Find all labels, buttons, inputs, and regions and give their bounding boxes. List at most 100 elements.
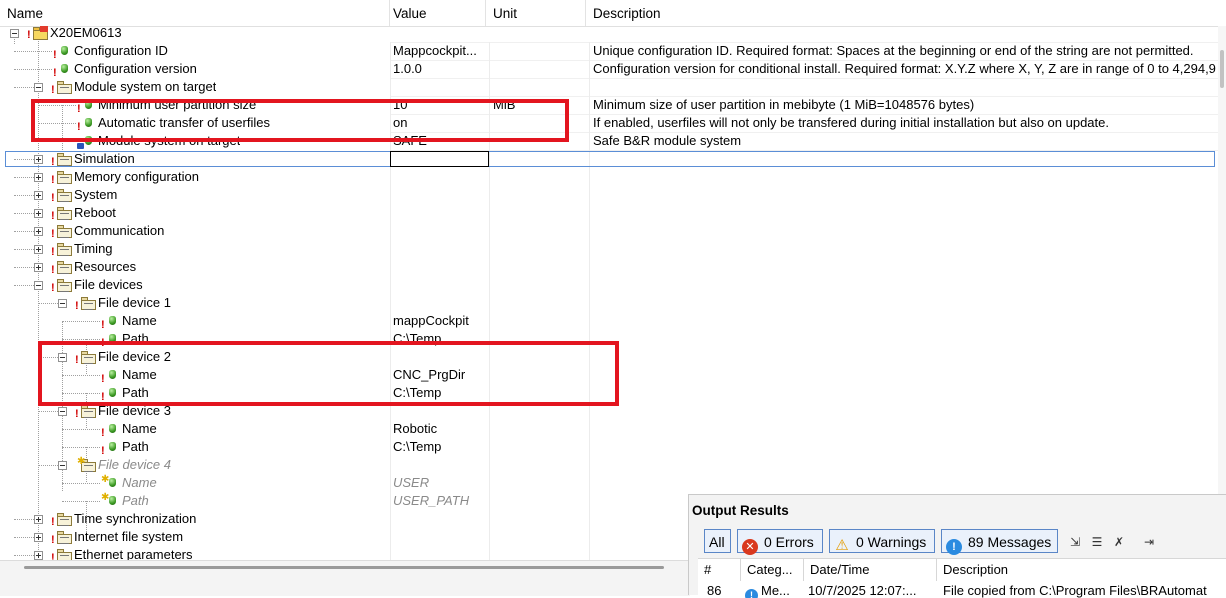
expand-toggle-icon[interactable]: [58, 299, 67, 308]
property-value[interactable]: [393, 510, 488, 528]
property-unit: [493, 168, 583, 186]
property-description: Configuration version for conditional in…: [593, 61, 1216, 76]
folder-icon: [56, 278, 73, 292]
property-value[interactable]: [393, 276, 488, 294]
tree-item-name: Configuration ID: [74, 43, 168, 58]
filter-warnings-button[interactable]: ⚠ 0 Warnings: [829, 529, 935, 554]
error-mark-icon: !: [101, 445, 105, 457]
property-value[interactable]: USER_PATH: [393, 492, 488, 510]
error-mark-icon: !: [51, 534, 55, 546]
output-col-datetime[interactable]: Date/Time: [804, 559, 937, 581]
tree-row[interactable]: ! Name Robotic: [0, 420, 1218, 439]
property-value[interactable]: [393, 528, 488, 546]
tree-item-name: File device 4: [98, 457, 171, 472]
expand-toggle-icon[interactable]: [34, 263, 43, 272]
expand-toggle-icon[interactable]: [34, 245, 43, 254]
property-value[interactable]: [393, 24, 488, 42]
property-value[interactable]: [393, 240, 488, 258]
filter-list-icon[interactable]: ☰: [1089, 535, 1105, 549]
error-mark-icon: !: [101, 319, 105, 331]
property-value[interactable]: USER: [393, 474, 488, 492]
property-value[interactable]: [393, 204, 488, 222]
tree-row[interactable]: ! Name mappCockpit: [0, 312, 1218, 331]
expand-toggle-icon[interactable]: [34, 281, 43, 290]
expand-toggle-icon[interactable]: [34, 173, 43, 182]
property-value[interactable]: [393, 222, 488, 240]
tree-row[interactable]: ! System: [0, 186, 1218, 204]
output-col-description[interactable]: Description: [937, 559, 1226, 581]
tree-row[interactable]: ! Configuration ID Mappcockpit... Unique co…: [0, 42, 1218, 61]
tree-row[interactable]: ! Configuration version 1.0.0 Configuration…: [0, 60, 1218, 79]
filter-all-button[interactable]: All: [704, 529, 731, 553]
error-mark-icon: !: [51, 210, 55, 222]
property-value[interactable]: [393, 258, 488, 276]
property-value[interactable]: [393, 294, 488, 312]
error-mark-icon: !: [51, 552, 55, 561]
expand-toggle-icon[interactable]: [34, 83, 43, 92]
error-mark-icon: !: [75, 408, 79, 420]
error-mark-icon: !: [53, 49, 57, 61]
tree-row[interactable]: ! Reboot: [0, 204, 1218, 222]
output-results-panel: Output Results All ✕ 0 Errors ⚠ 0 Warnings…: [688, 494, 1226, 598]
property-value[interactable]: Robotic: [393, 420, 488, 438]
expand-toggle-icon[interactable]: [58, 407, 67, 416]
vertical-scroll-thumb[interactable]: [1220, 50, 1224, 88]
output-row-num: 86: [707, 584, 722, 598]
tree-item-name: File device 1: [98, 295, 171, 310]
column-description[interactable]: Description: [586, 0, 1218, 26]
export-icon[interactable]: ⇲: [1067, 535, 1083, 549]
filter-errors-button[interactable]: ✕ 0 Errors: [737, 529, 823, 555]
expand-toggle-icon[interactable]: [34, 209, 43, 218]
tree-row[interactable]: ✱ File device 4: [0, 456, 1218, 474]
expand-toggle-icon[interactable]: [34, 227, 43, 236]
column-unit[interactable]: Unit: [486, 0, 586, 26]
tree-row[interactable]: ! X20EM0613: [0, 24, 1218, 42]
property-value[interactable]: mappCockpit: [393, 312, 488, 330]
tree-row[interactable]: ! Path C:\Temp: [0, 438, 1218, 457]
property-value[interactable]: Mappcockpit...: [393, 42, 488, 60]
output-row-category: ! Me...: [745, 584, 803, 598]
column-value[interactable]: Value: [386, 0, 486, 26]
property-description: [593, 240, 1218, 258]
output-table: # Categ... Date/Time Description 86 ! Me.…: [698, 558, 1226, 598]
expand-toggle-icon[interactable]: [34, 533, 43, 542]
horizontal-scroll-thumb[interactable]: [24, 566, 664, 569]
expand-toggle-icon[interactable]: [10, 29, 19, 38]
property-value[interactable]: [393, 546, 488, 560]
tree-row[interactable]: ! Memory configuration: [0, 168, 1218, 186]
property-description: [593, 456, 1218, 474]
expand-toggle-icon[interactable]: [34, 515, 43, 524]
tree-row[interactable]: ! Timing: [0, 240, 1218, 258]
tree-row[interactable]: ! Module system on target: [0, 78, 1218, 96]
tree-item-name: Communication: [74, 223, 165, 238]
tree-row[interactable]: ✱ Name USER: [0, 474, 1218, 492]
property-value[interactable]: [393, 168, 488, 186]
horizontal-scrollbar[interactable]: [0, 560, 690, 596]
error-mark-icon: !: [75, 300, 79, 312]
clear-filter-icon[interactable]: ✗: [1111, 535, 1127, 549]
value-edit-field[interactable]: [390, 151, 489, 167]
vertical-scrollbar[interactable]: [1218, 26, 1226, 494]
property-value[interactable]: 1.0.0: [393, 60, 488, 78]
property-value[interactable]: [393, 456, 488, 474]
property-unit: [493, 438, 583, 456]
expand-toggle-icon[interactable]: [34, 191, 43, 200]
tree-row[interactable]: ! Communication: [0, 222, 1218, 240]
tree-row[interactable]: ! Resources: [0, 258, 1218, 276]
tree-row[interactable]: ! File devices: [0, 276, 1218, 294]
property-value[interactable]: C:\Temp: [393, 438, 488, 456]
output-col-num[interactable]: #: [698, 559, 741, 581]
expand-toggle-icon[interactable]: [34, 551, 43, 560]
property-value[interactable]: [393, 186, 488, 204]
property-value[interactable]: [393, 78, 488, 96]
property-description: Safe B&R module system: [593, 133, 742, 148]
tree-row[interactable]: ! File device 1: [0, 294, 1218, 312]
property-unit: [493, 492, 583, 510]
column-name[interactable]: Name: [0, 0, 390, 26]
filter-messages-button[interactable]: ! 89 Messages: [941, 529, 1058, 555]
jump-to-icon[interactable]: ⇥: [1141, 535, 1157, 549]
parameter-icon: [109, 496, 116, 505]
output-col-category[interactable]: Categ...: [741, 559, 804, 581]
warning-icon: ⚠: [835, 537, 849, 554]
expand-toggle-icon[interactable]: [58, 461, 67, 470]
